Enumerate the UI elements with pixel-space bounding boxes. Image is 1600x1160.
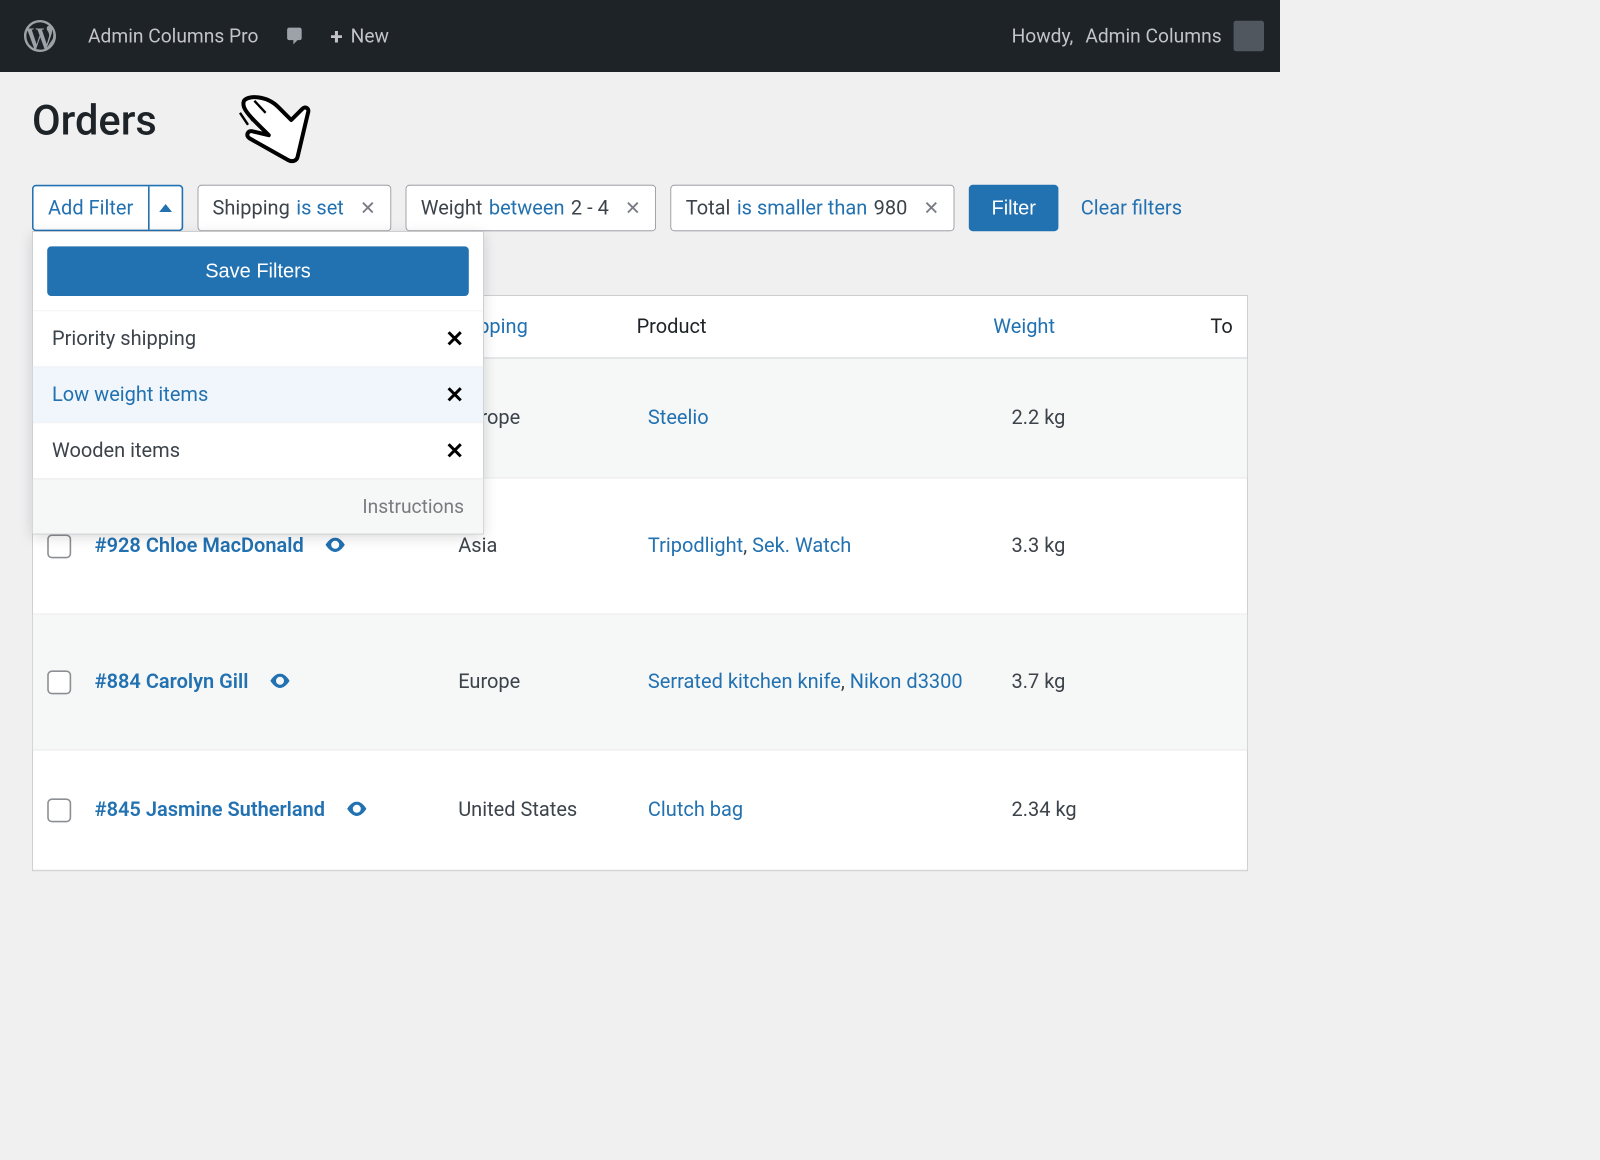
chip-remove-icon[interactable]: ✕	[625, 197, 641, 219]
chip-label: Weight	[421, 196, 483, 219]
cell-weight: 3.3 kg	[1012, 534, 1233, 557]
avatar	[1234, 21, 1264, 51]
preview-icon[interactable]	[269, 670, 290, 693]
clear-filters-link[interactable]: Clear filters	[1081, 196, 1182, 219]
order-link[interactable]: #845 Jasmine Sutherland	[95, 798, 325, 821]
order-link[interactable]: #928 Chloe MacDonald	[95, 534, 304, 557]
column-total: To	[1210, 315, 1232, 338]
column-weight[interactable]: Weight	[993, 315, 1210, 338]
table-row: #884 Carolyn Gill Europe Serrated kitche…	[33, 614, 1247, 750]
cell-product[interactable]: Steelio	[648, 406, 1012, 429]
page-title: Orders	[32, 96, 1248, 145]
filter-chip-weight[interactable]: Weight between 2 - 4 ✕	[406, 185, 657, 231]
new-button[interactable]: + New	[330, 23, 389, 49]
cell-shipping: United States	[458, 798, 648, 821]
row-checkbox[interactable]	[47, 798, 71, 822]
filter-button[interactable]: Filter	[969, 185, 1058, 231]
wordpress-logo-icon[interactable]	[16, 12, 64, 60]
order-link[interactable]: #884 Carolyn Gill	[95, 670, 249, 693]
chip-label: Total	[686, 196, 731, 219]
filter-row: Add Filter Save Filters Priority shippin…	[32, 185, 1248, 231]
row-checkbox[interactable]	[47, 534, 71, 558]
chip-operator: is smaller than	[737, 196, 867, 219]
admin-bar: Admin Columns Pro + New Howdy, Admin Col…	[0, 0, 1280, 72]
filter-chip-total[interactable]: Total is smaller than 980 ✕	[671, 185, 955, 231]
row-checkbox[interactable]	[47, 670, 71, 694]
new-label: New	[351, 25, 389, 47]
add-filter-label[interactable]: Add Filter	[34, 186, 148, 229]
cell-product[interactable]: Clutch bag	[648, 798, 1012, 821]
chip-value: 2 - 4	[571, 196, 609, 219]
cell-weight: 2.2 kg	[1012, 406, 1233, 429]
caret-up-icon	[159, 204, 172, 212]
cell-shipping: Asia	[458, 534, 648, 557]
add-filter-caret[interactable]	[148, 186, 182, 229]
table-row: #845 Jasmine Sutherland United States Cl…	[33, 750, 1247, 870]
chip-remove-icon[interactable]: ✕	[923, 197, 939, 219]
comment-icon[interactable]	[282, 24, 306, 48]
site-name-link[interactable]: Admin Columns Pro	[88, 25, 258, 47]
chip-value: 980	[874, 196, 908, 219]
cell-product[interactable]: Serrated kitchen knife, Nikon d3300	[648, 664, 1012, 700]
preview-icon[interactable]	[325, 534, 346, 557]
chip-remove-icon[interactable]: ✕	[360, 197, 376, 219]
add-filter-button[interactable]: Add Filter Save Filters Priority shippin…	[32, 185, 183, 231]
cell-shipping: Europe	[458, 406, 648, 429]
greeting: Howdy,	[1012, 25, 1074, 47]
plus-icon: +	[330, 23, 342, 49]
filter-chip-shipping[interactable]: Shipping is set ✕	[197, 185, 391, 231]
user-menu[interactable]: Howdy, Admin Columns	[1012, 21, 1264, 51]
cell-weight: 2.34 kg	[1012, 798, 1233, 821]
chip-label: Shipping	[212, 196, 289, 219]
cell-shipping: Europe	[458, 670, 648, 693]
cell-weight: 3.7 kg	[1012, 670, 1233, 693]
user-display-name: Admin Columns	[1085, 25, 1221, 47]
preview-icon[interactable]	[346, 798, 367, 821]
column-product: Product	[637, 315, 994, 338]
cell-product[interactable]: Tripodlight, Sek. Watch	[648, 534, 1012, 557]
chip-operator: is set	[296, 196, 344, 219]
chip-operator: between	[489, 196, 565, 219]
